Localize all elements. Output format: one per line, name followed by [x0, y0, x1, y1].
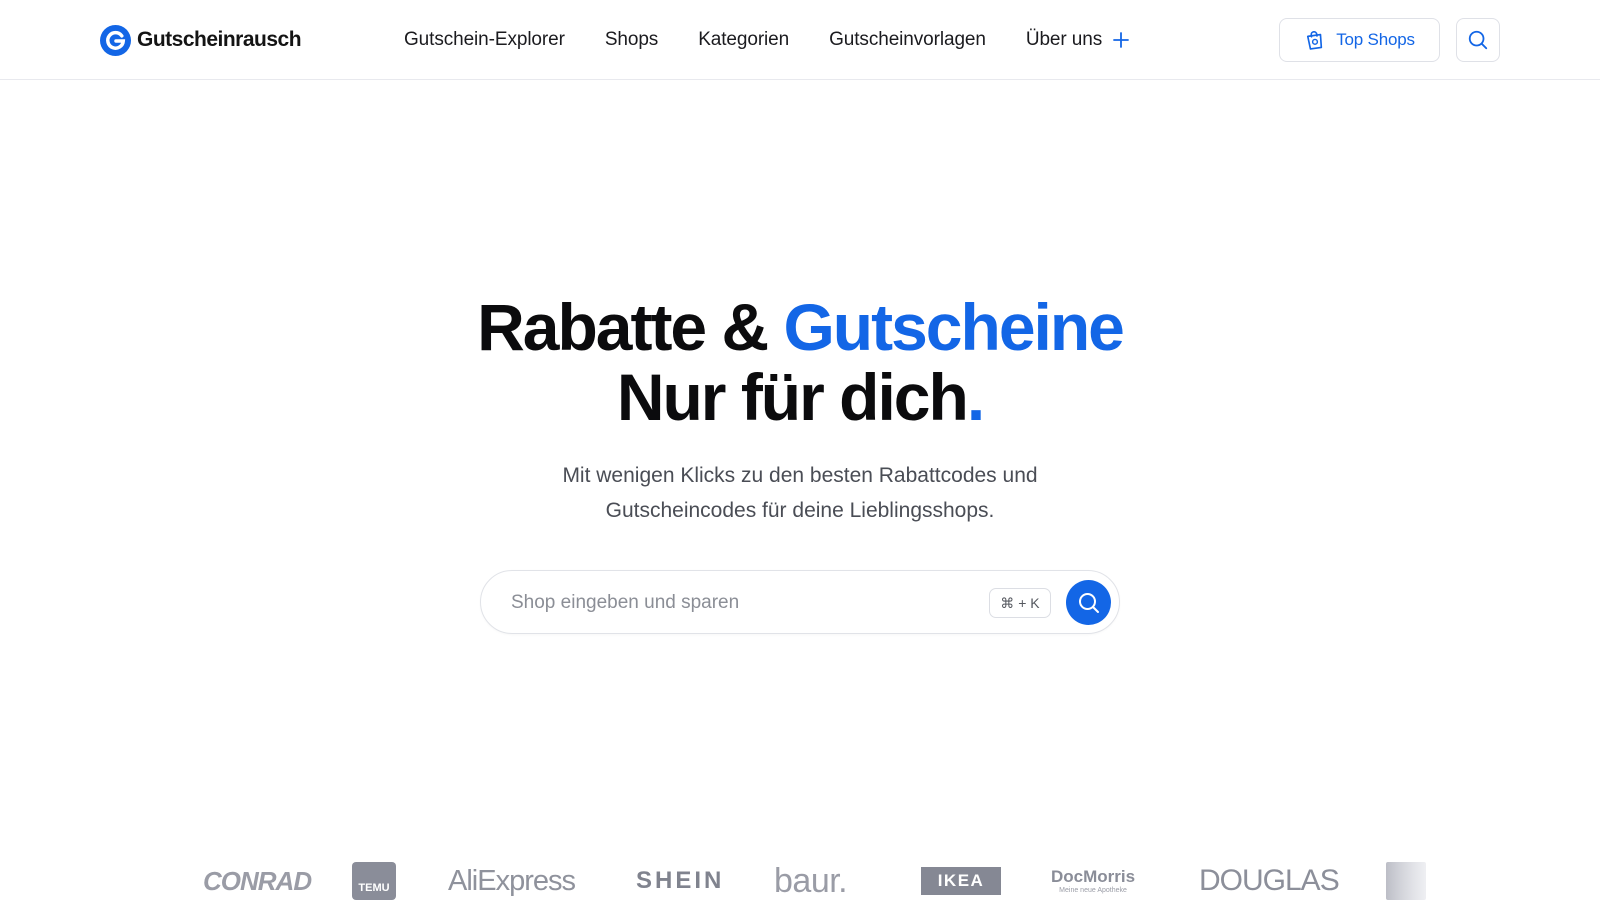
brand-logo-icon [100, 24, 131, 56]
shop-search-input[interactable] [511, 586, 951, 620]
hero-subtitle: Mit wenigen Klicks zu den besten Rabattc… [500, 458, 1100, 528]
plus-icon [1113, 32, 1130, 48]
keyboard-shortcut-badge: ⌘ + K [989, 588, 1051, 618]
shop-logo-baur[interactable]: baur. [774, 862, 848, 900]
shop-logo-docmorris[interactable]: DocMorris Meine neue Apotheke [1051, 862, 1135, 900]
search-icon [1468, 30, 1488, 50]
shop-logo-ikea[interactable]: IKEA [921, 867, 1001, 895]
top-shops-label: Top Shops [1336, 30, 1415, 49]
nav-item-gutschein-explorer[interactable]: Gutschein-Explorer [404, 29, 565, 51]
hero-title-part1: Rabatte & [477, 290, 784, 364]
nav-item-kategorien[interactable]: Kategorien [698, 29, 789, 51]
hero-title: Rabatte & Gutscheine Nur für dich. [0, 292, 1600, 432]
nav-item-gutscheinvorlagen[interactable]: Gutscheinvorlagen [829, 29, 986, 51]
hero-title-line2: Nur für dich [616, 360, 969, 434]
docmorris-tagline: Meine neue Apotheke [1059, 886, 1127, 894]
main-nav: Gutschein-Explorer Shops Kategorien Guts… [404, 26, 1130, 54]
shopping-bag-icon [1307, 31, 1323, 50]
search-submit-button[interactable] [1066, 580, 1111, 625]
site-logo[interactable]: Gutscheinrausch [100, 24, 302, 56]
nav-item-ueber-uns-label: Über uns [1025, 29, 1103, 50]
shop-logo-conrad[interactable]: CONRAD [203, 862, 312, 900]
docmorris-name: DocMorris [1051, 866, 1136, 886]
shop-logo-douglas[interactable]: DOUGLAS [1199, 862, 1340, 900]
hero-title-accent: Gutscheine [783, 290, 1124, 364]
shop-logo-shein[interactable]: SHEIN [636, 862, 724, 900]
hero-subtitle-line2: Gutscheincodes für deine Lieblingsshops. [605, 499, 995, 522]
shop-logo-aliexpress[interactable]: AliExpress [448, 862, 576, 900]
hero-search-bar: ⌘ + K [480, 570, 1120, 634]
search-icon [1078, 592, 1099, 613]
hero-title-dot: . [966, 360, 985, 434]
nav-item-shops[interactable]: Shops [605, 29, 658, 51]
top-shops-button[interactable]: Top Shops [1279, 18, 1440, 62]
shop-logo-temu[interactable]: TEMU [352, 862, 396, 900]
brand-name: Gutscheinrausch [137, 28, 302, 51]
hero-subtitle-line1: Mit wenigen Klicks zu den besten Rabattc… [562, 464, 1038, 487]
shop-logo-strip: CONRAD TEMU AliExpress SHEIN baur. IKEA … [0, 862, 1600, 900]
logo-strip-fade [1380, 855, 1600, 900]
site-header: Gutscheinrausch Gutschein-Explorer Shops… [0, 0, 1600, 80]
header-search-button[interactable] [1456, 18, 1500, 62]
nav-item-ueber-uns[interactable]: Über uns [1026, 29, 1130, 51]
